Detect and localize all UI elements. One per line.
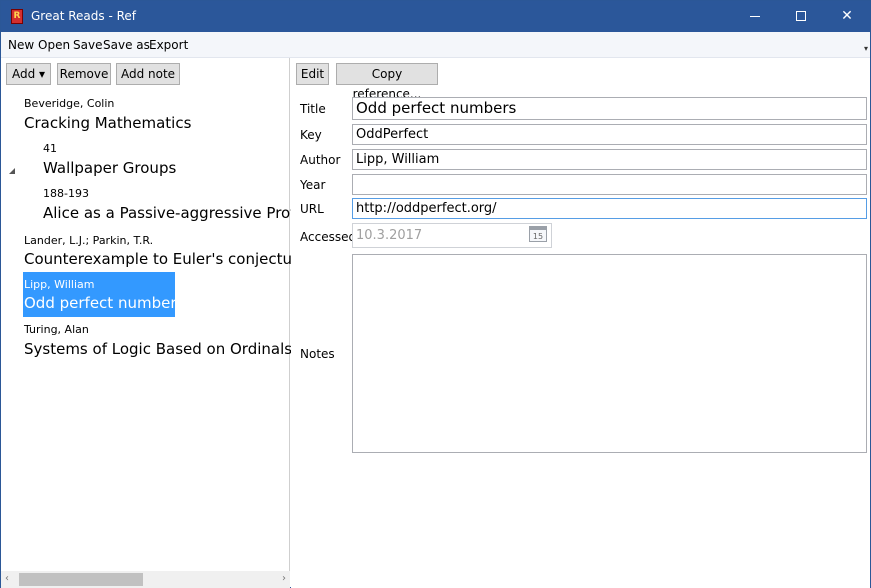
accessed-date-value: 10.3.2017 <box>356 228 423 243</box>
scroll-left-icon[interactable]: ‹ <box>5 573 9 584</box>
tree-item-title: Wallpaper Groups <box>43 159 177 177</box>
app-bookmark-icon: R <box>11 9 23 24</box>
reference-tree-pane: Add ▾ Remove Add note Beveridge, Colin C… <box>1 58 313 588</box>
menu-save[interactable]: Save <box>73 38 102 52</box>
edit-button[interactable]: Edit <box>296 63 329 85</box>
key-field[interactable]: OddPerfect <box>352 124 867 145</box>
menu-export[interactable]: Export <box>149 38 188 52</box>
notes-label: Notes <box>300 347 335 361</box>
tree-item-pages: 188-193 <box>43 187 89 200</box>
tree-item-author: Beveridge, Colin <box>24 97 115 110</box>
minimize-icon <box>750 16 760 17</box>
key-label: Key <box>300 128 322 142</box>
menu-open[interactable]: Open <box>38 38 70 52</box>
accessed-date-picker[interactable]: 10.3.2017 15 <box>352 223 552 248</box>
scroll-right-icon[interactable]: › <box>282 573 286 584</box>
details-pane: Edit Copy reference... Title Odd perfect… <box>291 58 870 588</box>
tree-item-title: Alice as a Passive-aggressive Protes <box>43 204 314 222</box>
tree-item-pages: 41 <box>43 142 57 155</box>
add-note-button[interactable]: Add note <box>116 63 180 85</box>
tree-item-author: Lander, L.J.; Parkin, T.R. <box>24 234 154 247</box>
tree-item-title: Odd perfect numbers <box>24 294 185 312</box>
close-icon: ✕ <box>841 8 853 24</box>
expanded-triangle-icon[interactable] <box>9 168 15 174</box>
menu-new[interactable]: New <box>8 38 34 52</box>
maximize-icon <box>796 11 806 21</box>
title-field[interactable]: Odd perfect numbers <box>352 97 867 120</box>
tree-item-author: Lipp, William <box>24 278 95 291</box>
copy-reference-button[interactable]: Copy reference... <box>336 63 438 101</box>
tree-item-title: Systems of Logic Based on Ordinals <box>24 340 293 358</box>
title-label: Title <box>300 102 326 116</box>
tree-item-selected[interactable]: Lipp, William Odd perfect numbers <box>23 272 184 317</box>
year-field[interactable] <box>352 174 867 195</box>
app-window: R Great Reads - Ref ✕ New Open Save Save… <box>0 0 871 588</box>
minimize-button[interactable] <box>732 1 778 32</box>
author-field[interactable]: Lipp, William <box>352 149 867 170</box>
menu-bar: New Open Save Save as Export ▾ <box>1 32 870 58</box>
url-label: URL <box>300 202 324 216</box>
tree-item-author: Turing, Alan <box>24 323 89 336</box>
calendar-icon[interactable]: 15 <box>529 226 547 242</box>
author-label: Author <box>300 153 341 167</box>
add-button[interactable]: Add ▾ <box>6 63 51 85</box>
scrollbar-thumb[interactable] <box>19 573 143 586</box>
url-field[interactable]: http://oddperfect.org/ <box>352 198 867 219</box>
tree-item-title: Cracking Mathematics <box>24 114 192 132</box>
close-button[interactable]: ✕ <box>824 1 870 32</box>
menu-save-as[interactable]: Save as <box>103 38 150 52</box>
year-label: Year <box>300 178 326 192</box>
window-title: Great Reads - Ref <box>31 9 136 23</box>
notes-textarea[interactable] <box>352 254 867 453</box>
accessed-label: Accessed <box>300 230 357 244</box>
tree-item-title: Counterexample to Euler's conjecture <box>24 250 308 268</box>
maximize-button[interactable] <box>778 1 824 32</box>
horizontal-scrollbar[interactable]: ‹ › <box>1 571 290 588</box>
tree-toolbar: Add ▾ Remove Add note <box>1 58 289 90</box>
menu-overflow-icon[interactable]: ▾ <box>864 44 868 53</box>
remove-button[interactable]: Remove <box>57 63 111 85</box>
title-bar[interactable]: R Great Reads - Ref ✕ <box>1 1 870 32</box>
